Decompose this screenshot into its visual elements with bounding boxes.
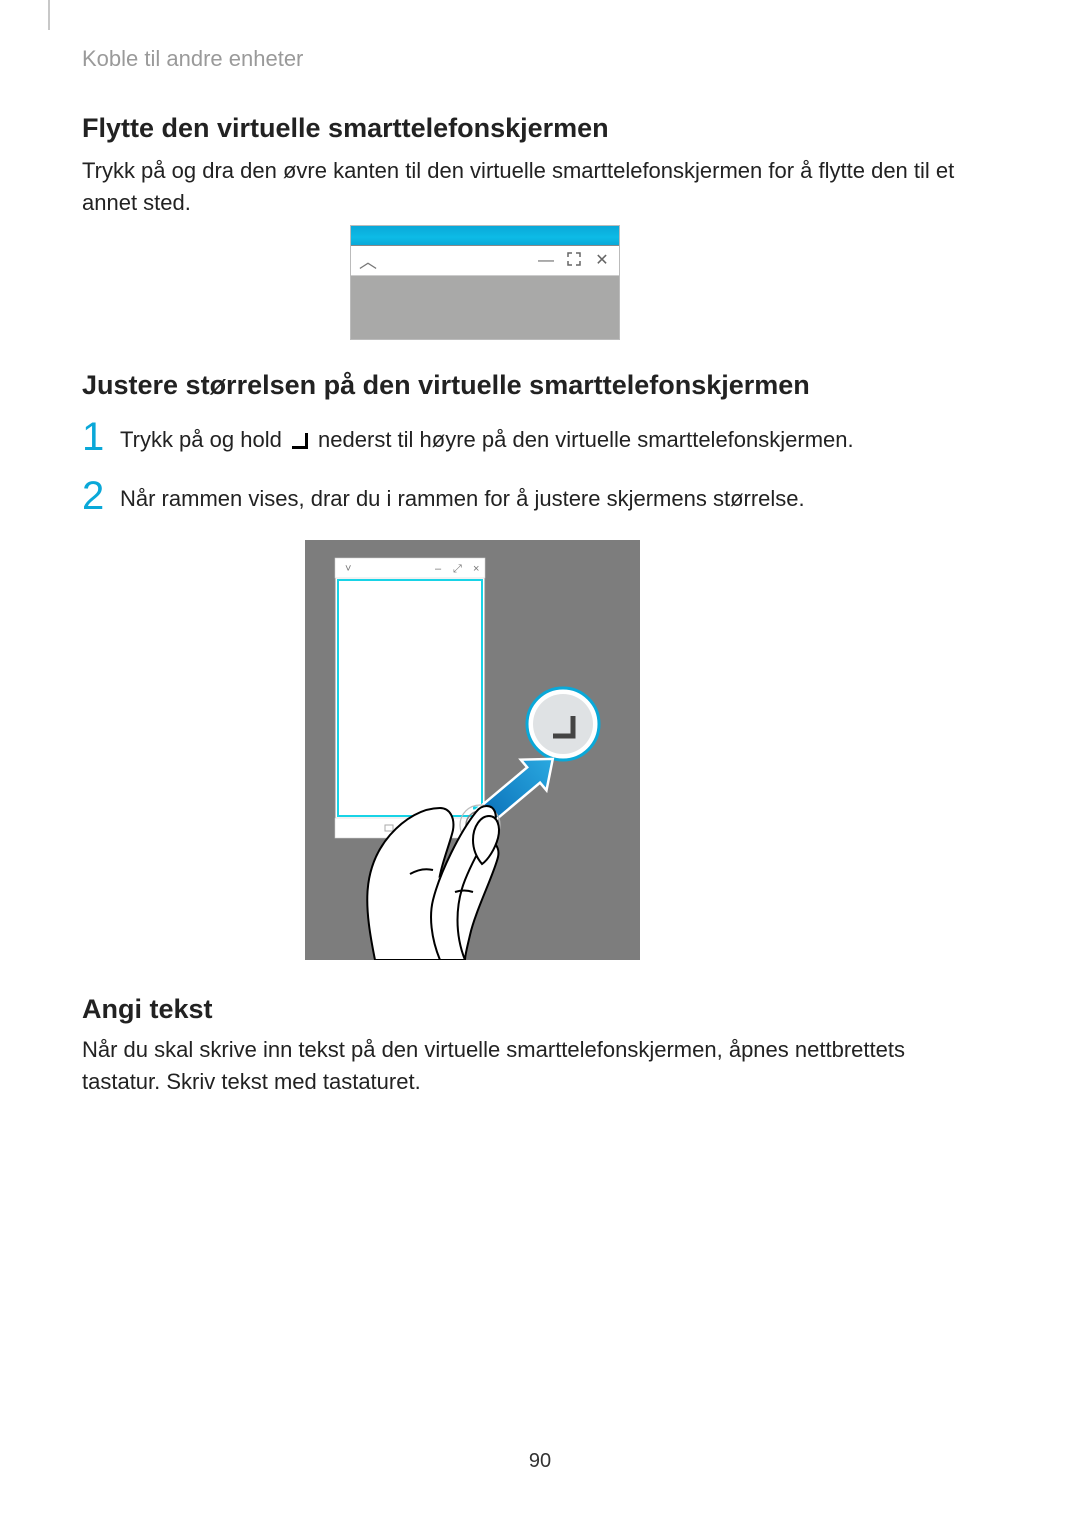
- section3-heading: Angi tekst: [82, 994, 982, 1025]
- svg-text:˅: ˅: [345, 563, 351, 575]
- figure-window-toolbar: ︿ — ✕: [351, 246, 619, 276]
- svg-text:×: ×: [473, 563, 479, 575]
- page-number: 90: [0, 1450, 1080, 1473]
- resize-corner-icon: [292, 433, 308, 449]
- svg-text:–: –: [435, 563, 442, 575]
- step-number-1: 1: [82, 417, 120, 457]
- maximize-icon: [565, 251, 583, 271]
- minimize-icon: —: [537, 253, 555, 269]
- step-1-text-b: nederst til høyre på den virtuelle smart…: [312, 427, 854, 452]
- figure-window-titlebar: ︿ — ✕: [350, 225, 620, 340]
- step-1: 1 Trykk på og hold nederst til høyre på …: [82, 425, 854, 457]
- figure-resize-gesture: ˅ – ⤢ ×: [305, 540, 640, 960]
- page-margin-mark: [48, 0, 50, 30]
- figure-window-body: [351, 276, 619, 339]
- section3-paragraph: Når du skal skrive inn tekst på den virt…: [82, 1034, 962, 1098]
- close-icon: ✕: [593, 253, 611, 269]
- step-number-2: 2: [82, 476, 120, 516]
- figure-window-drag-bar: [351, 226, 619, 246]
- svg-text:⤢: ⤢: [453, 563, 462, 575]
- section1-heading: Flytte den virtuelle smarttelefonskjerme…: [82, 113, 982, 144]
- step-2-text: Når rammen vises, drar du i rammen for å…: [120, 484, 805, 515]
- step-1-text-a: Trykk på og hold: [120, 427, 288, 452]
- chevron-up-icon: ︿: [359, 248, 377, 274]
- step-2: 2 Når rammen vises, drar du i rammen for…: [82, 484, 805, 516]
- step-1-text: Trykk på og hold nederst til høyre på de…: [120, 425, 854, 456]
- breadcrumb: Koble til andre enheter: [82, 46, 303, 72]
- section2-heading: Justere størrelsen på den virtuelle smar…: [82, 370, 982, 401]
- section1-paragraph: Trykk på og dra den øvre kanten til den …: [82, 155, 962, 219]
